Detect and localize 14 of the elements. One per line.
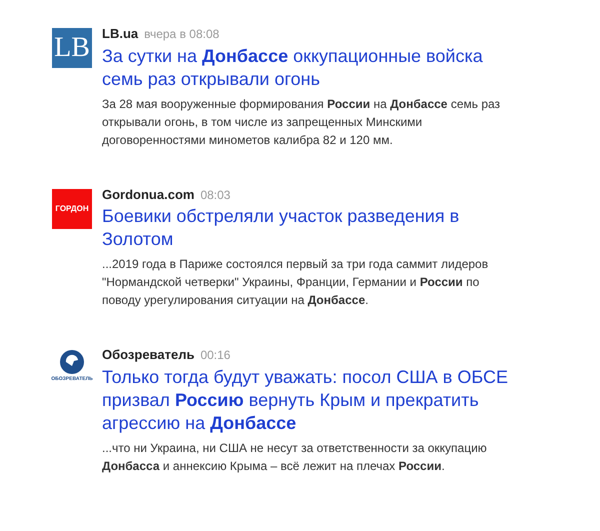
headline-link[interactable]: За сутки на Донбассе оккупационные войска семь раз открывали огонь [102,44,512,90]
snippet: ...2019 года в Париже состоялся первый за три года саммит лидеров "Нормандской четверки" Украины, Франции, Германии и России по поводу урегулирования ситуации на Донбассе. [102,256,490,309]
headline-link[interactable]: Только тогда будут уважать: посол США в ОБСЕ призвал Россию вернуть Крым и прекратить агрессию на Донбассе [102,366,512,434]
time: вчера в 08:08 [144,26,220,43]
headline-link[interactable]: Боевики обстреляли участок разведения в Золотом [102,205,512,251]
snippet: ...что ни Украина, ни США не несут за ответственности за оккупацию Донбасса и аннексию Крыма – всё лежит на плечах России. [102,440,488,474]
time: 00:16 [200,347,230,364]
source-name[interactable]: Обозреватель [102,345,194,364]
source-name[interactable]: LB.ua [102,24,138,44]
time: 08:03 [200,186,230,204]
source-name[interactable]: Gordonua.com [102,184,194,204]
logo: ГОРДОН [52,188,92,228]
logo: LB [52,28,92,68]
snippet: За 28 мая вооруженные формирования России на Донбассе семь раз открывали огонь, в том числе из запрещенных Минскими договоренностями минометов калибра 82 и 120 мм. [102,96,502,148]
